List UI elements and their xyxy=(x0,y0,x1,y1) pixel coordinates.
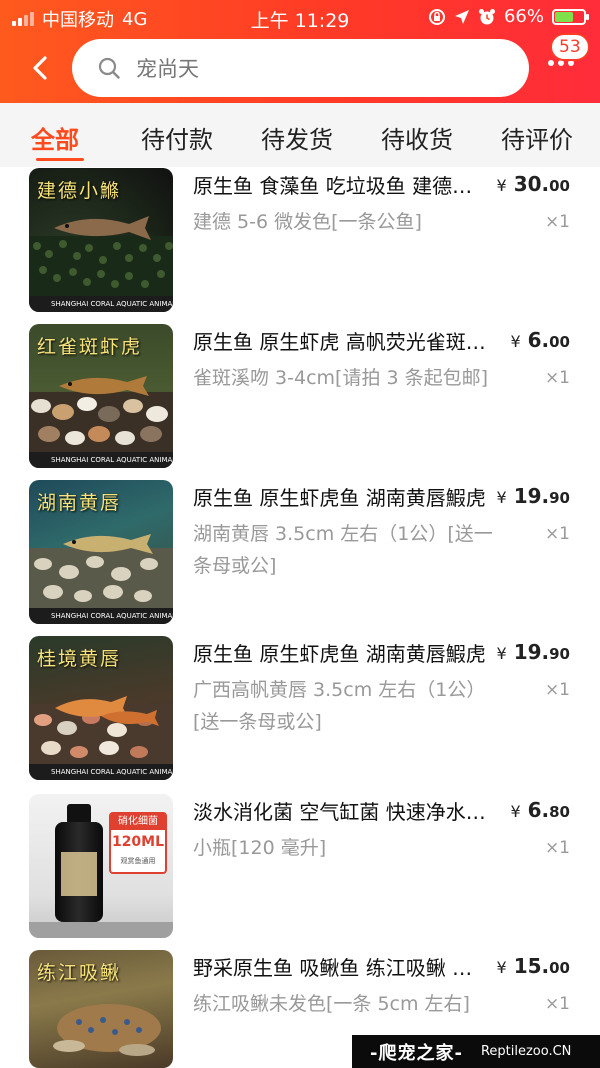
price-integer: 6. xyxy=(527,798,550,822)
order-item[interactable]: 建德小鰷 SHANGHAI CORAL AQUATIC ANIMAL IMPOR… xyxy=(0,168,600,318)
price-decimal: 00 xyxy=(549,333,570,351)
active-tab-indicator xyxy=(36,158,84,161)
product-quantity: ×1 xyxy=(544,368,570,388)
thumbnail-footer: SHANGHAI CORAL AQUATIC ANIMAL IMPORT & E… xyxy=(29,608,173,624)
status-bar: 中国移动 4G 上午 11:29 66% xyxy=(0,0,600,34)
tab-all[interactable]: 全部 xyxy=(31,120,79,155)
battery-icon xyxy=(552,8,589,25)
product-title[interactable]: 野采原生鱼 吸鳅鱼 练江吸鳅 原生溪流 xyxy=(193,952,488,981)
thumbnail-caption: 建德小鰷 xyxy=(37,180,122,202)
back-button[interactable] xyxy=(22,48,58,88)
product-thumbnail[interactable]: 红雀斑虾虎 SHANGHAI CORAL AQUATIC ANIMAL IMPO… xyxy=(29,324,173,468)
message-count-badge[interactable]: 53 xyxy=(550,33,590,61)
thumbnail-caption: 湖南黄唇 xyxy=(37,492,122,514)
watermark-brand: -爬宠之家- xyxy=(370,1042,463,1064)
price-decimal: 90 xyxy=(549,489,570,507)
product-quantity: ×1 xyxy=(544,524,570,544)
fish-illustration xyxy=(53,1004,161,1056)
product-title[interactable]: 原生鱼 原生虾虎鱼 湖南黄唇鰕虎 xyxy=(193,638,488,667)
watermark-banner: -爬宠之家- Reptilezoo.CN xyxy=(352,1035,600,1068)
thumbnail-footer: SHANGHAI CORAL AQUATIC ANIMAL IMPORT & E… xyxy=(29,296,173,312)
product-title[interactable]: 原生鱼 原生虾虎鱼 湖南黄唇鰕虎 xyxy=(193,482,488,511)
price-decimal: 90 xyxy=(549,645,570,663)
product-quantity: ×1 xyxy=(544,994,570,1014)
product-price: ¥ 19.90 xyxy=(497,484,570,508)
fish-illustration xyxy=(55,696,159,726)
product-spec: 雀斑溪吻 3-4cm[请拍 3 条起包邮] xyxy=(193,367,489,389)
product-title[interactable]: 原生鱼 原生虾虎 高帆荧光雀斑溪吻 xyxy=(193,326,488,355)
shelf xyxy=(29,922,173,938)
status-right: 66% xyxy=(428,6,589,27)
tab-pending-review[interactable]: 待评价 xyxy=(501,120,573,155)
label-subtitle: 观赏鱼通用 xyxy=(120,857,156,865)
product-thumbnail[interactable]: 练江吸鳅 xyxy=(29,950,173,1068)
product-price: ¥ 6.00 xyxy=(510,328,570,352)
price-integer: 6. xyxy=(527,328,550,352)
product-spec: 湖南黄唇 3.5cm 左右（1公）[送一条母或公] xyxy=(193,523,493,577)
price-integer: 19. xyxy=(513,484,550,508)
thumbnail-caption: 红雀斑虾虎 xyxy=(37,336,143,358)
label-title: 硝化细菌 xyxy=(111,814,165,830)
product-title[interactable]: 淡水消化菌 空气缸菌 快速净水硝化细菌 xyxy=(193,796,488,825)
product-price: ¥ 19.90 xyxy=(497,640,570,664)
search-icon xyxy=(98,57,120,79)
thumbnail-caption: 练江吸鳅 xyxy=(37,962,122,984)
product-spec: 建德 5-6 微发色[一条公鱼] xyxy=(193,211,422,233)
product-title[interactable]: 原生鱼 食藻鱼 吃垃圾鱼 建德小鰷鱼 xyxy=(193,170,488,199)
location-arrow-icon xyxy=(454,9,469,24)
product-price: ¥ 6.80 xyxy=(510,798,570,822)
order-item[interactable]: 硝化细菌 120ML 观赏鱼通用 淡水消化菌 空气缸菌 快速净水硝化细菌 小瓶[… xyxy=(0,794,600,944)
tab-pending-payment[interactable]: 待付款 xyxy=(141,120,213,155)
price-integer: 30. xyxy=(513,172,550,196)
watermark-url: Reptilezoo.CN xyxy=(480,1044,572,1059)
battery-percent: 66% xyxy=(503,6,544,27)
label-volume: 120ML xyxy=(111,834,165,850)
bottle-illustration xyxy=(53,804,105,922)
price-integer: 19. xyxy=(513,640,550,664)
gravel-texture xyxy=(29,236,173,296)
product-quantity: ×1 xyxy=(544,838,570,858)
search-input[interactable]: 宠尚天 xyxy=(136,53,199,83)
product-quantity: ×1 xyxy=(544,212,570,232)
price-decimal: 80 xyxy=(549,803,570,821)
price-currency: ¥ xyxy=(496,958,507,977)
back-arrow-icon xyxy=(33,56,47,80)
tab-pending-receipt[interactable]: 待收货 xyxy=(381,120,453,155)
order-item[interactable]: 红雀斑虾虎 SHANGHAI CORAL AQUATIC ANIMAL IMPO… xyxy=(0,324,600,474)
order-item[interactable]: 湖南黄唇 SHANGHAI CORAL AQUATIC ANIMAL IMPOR… xyxy=(0,480,600,630)
product-thumbnail[interactable]: 湖南黄唇 SHANGHAI CORAL AQUATIC ANIMAL IMPOR… xyxy=(29,480,173,624)
price-currency: ¥ xyxy=(496,644,507,663)
price-integer: 15. xyxy=(513,954,550,978)
product-spec: 广西高帆黄唇 3.5cm 左右（1公）[送一条母或公] xyxy=(193,679,486,733)
price-decimal: 00 xyxy=(549,959,570,977)
fish-illustration xyxy=(63,534,153,554)
fish-illustration xyxy=(59,376,149,396)
price-currency: ¥ xyxy=(510,802,521,821)
product-spec: 小瓶[120 毫升] xyxy=(193,837,327,859)
fish-illustration xyxy=(54,216,151,240)
pebbles-texture xyxy=(29,392,173,452)
product-thumbnail[interactable]: 硝化细菌 120ML 观赏鱼通用 xyxy=(29,794,173,938)
product-thumbnail[interactable]: 桂境黄唇 SHANGHAI CORAL AQUATIC ANIMAL IMPOR… xyxy=(29,636,173,780)
search-bar[interactable]: 宠尚天 xyxy=(72,39,529,97)
rotation-lock-icon xyxy=(428,8,445,25)
product-thumbnail[interactable]: 建德小鰷 SHANGHAI CORAL AQUATIC ANIMAL IMPOR… xyxy=(29,168,173,312)
product-price: ¥ 15.00 xyxy=(497,954,570,978)
price-currency: ¥ xyxy=(496,488,507,507)
price-decimal: 00 xyxy=(549,177,570,195)
product-quantity: ×1 xyxy=(544,680,570,700)
thumbnail-caption: 桂境黄唇 xyxy=(37,648,122,670)
order-item[interactable]: 桂境黄唇 SHANGHAI CORAL AQUATIC ANIMAL IMPOR… xyxy=(0,636,600,786)
alarm-clock-icon xyxy=(478,8,495,24)
tab-pending-shipment[interactable]: 待发货 xyxy=(261,120,333,155)
price-currency: ¥ xyxy=(496,176,507,195)
price-currency: ¥ xyxy=(510,332,521,351)
thumbnail-footer: SHANGHAI CORAL AQUATIC ANIMAL IMPORT & E… xyxy=(29,764,173,780)
thumbnail-footer: SHANGHAI CORAL AQUATIC ANIMAL IMPORT & E… xyxy=(29,452,173,468)
product-spec: 练江吸鳅未发色[一条 5cm 左右] xyxy=(193,993,470,1015)
product-price: ¥ 30.00 xyxy=(497,172,570,196)
product-label-card: 硝化细菌 120ML 观赏鱼通用 xyxy=(109,812,167,874)
